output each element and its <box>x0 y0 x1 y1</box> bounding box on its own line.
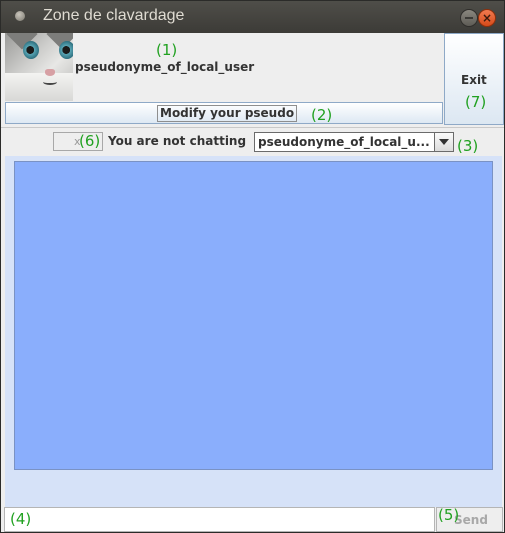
annotation-5: (5) <box>438 506 460 524</box>
modify-pseudo-button[interactable]: Modify your pseudo <box>5 102 443 124</box>
annotation-6: (6) <box>79 132 101 150</box>
chat-history-area[interactable] <box>14 161 493 470</box>
close-icon[interactable]: × <box>478 9 496 27</box>
chat-status-text: You are not chatting <box>108 134 247 148</box>
minimize-icon[interactable] <box>460 9 478 27</box>
avatar-eye-left <box>23 41 39 59</box>
selected-user: pseudonyme_of_local_u... <box>258 135 430 149</box>
annotation-2: (2) <box>311 106 333 124</box>
local-user-pseudo: pseudonyme_of_local_user <box>75 60 255 74</box>
header-separator <box>1 127 504 128</box>
dropdown-arrow-icon[interactable] <box>434 133 453 151</box>
user-select-dropdown[interactable]: pseudonyme_of_local_u... <box>254 132 454 152</box>
exit-label: Exit <box>461 73 487 87</box>
annotation-3: (3) <box>457 137 479 155</box>
title-bar: Zone de clavardage × <box>1 1 504 33</box>
window-title: Zone de clavardage <box>43 7 185 24</box>
annotation-7: (7) <box>465 93 487 111</box>
message-input[interactable] <box>4 507 435 532</box>
avatar-nose <box>45 69 55 76</box>
modify-pseudo-label: Modify your pseudo <box>157 105 298 122</box>
annotation-1: (1) <box>156 41 178 59</box>
chat-window: Zone de clavardage × pseudonyme_of_local… <box>0 0 505 533</box>
avatar-fur <box>5 73 73 101</box>
exit-button[interactable]: Exit <box>444 33 504 125</box>
avatar-mouth <box>43 79 57 85</box>
avatar <box>5 33 73 101</box>
annotation-4: (4) <box>10 510 32 528</box>
avatar-eye-right <box>59 41 73 59</box>
window-menu-icon[interactable] <box>15 11 25 21</box>
